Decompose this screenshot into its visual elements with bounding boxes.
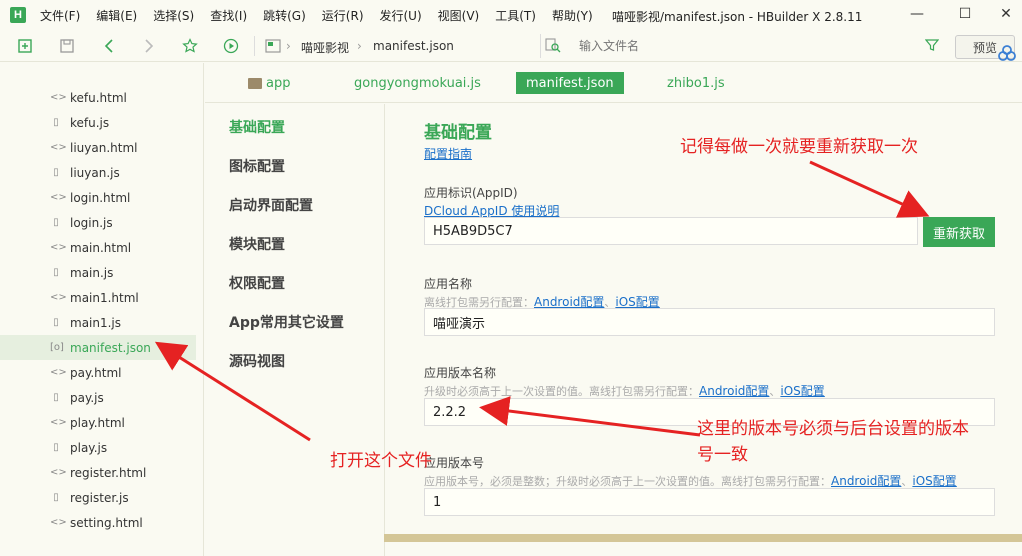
arrow-to-manifest-file: [154, 341, 311, 442]
annotation-arrows: [154, 160, 930, 442]
arrow-to-refetch-button: [809, 160, 930, 218]
arrow-to-version-name: [479, 396, 701, 437]
